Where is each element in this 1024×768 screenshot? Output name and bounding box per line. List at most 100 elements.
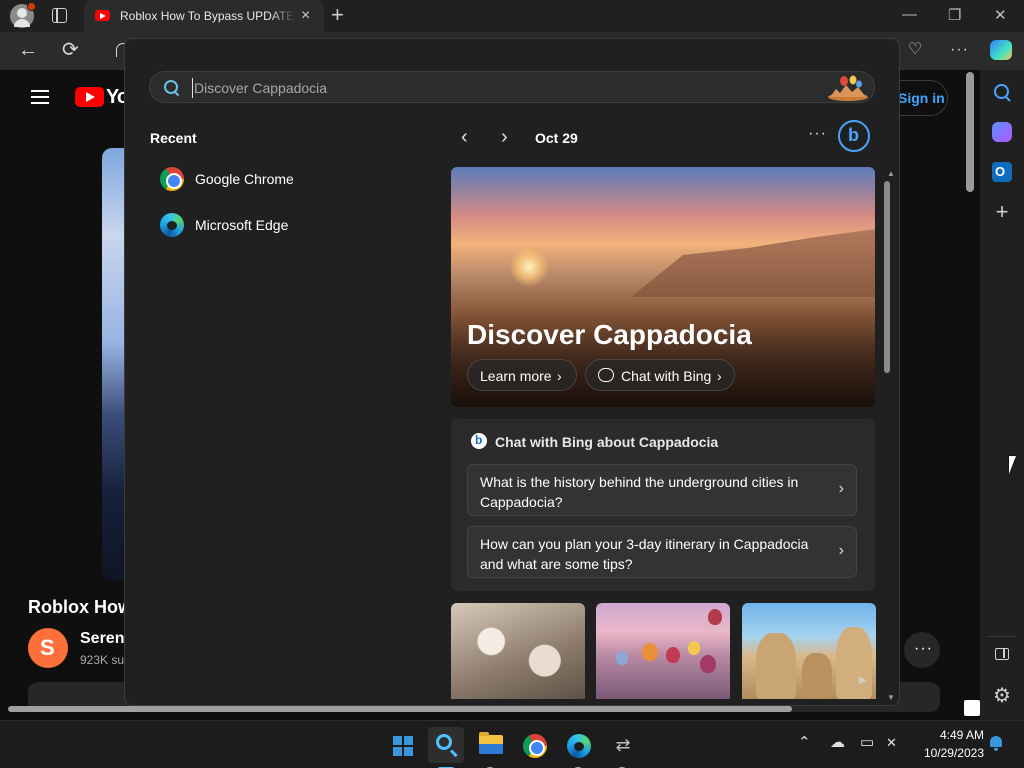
taskbar-edge-button[interactable] — [560, 727, 596, 768]
balloon — [616, 651, 628, 665]
flyout-scrollbar[interactable] — [884, 181, 890, 373]
hot-air-balloons-thumbnail[interactable] — [596, 603, 730, 699]
browser-tab-bar: Roblox How To Bypass UPDATE F × + — ❐ ✕ — [0, 0, 1024, 32]
page-scrollbar[interactable] — [966, 72, 974, 192]
scroll-down-icon[interactable]: ▼ — [887, 693, 895, 702]
search-highlight-illustration-icon[interactable] — [826, 75, 870, 101]
mouse-cursor-icon — [1009, 456, 1016, 474]
tab-title: Roblox How To Bypass UPDATE F — [120, 9, 296, 23]
taskbar-chrome-button[interactable] — [516, 727, 552, 763]
settings-more-button[interactable]: ··· — [950, 40, 969, 60]
bing-glyph: b — [848, 125, 859, 145]
fairy-chimneys-thumbnail[interactable] — [451, 603, 585, 699]
close-tab-icon[interactable]: × — [301, 8, 310, 24]
search-icon — [164, 80, 180, 96]
question-text: How can you plan your 3-day itinerary in… — [480, 536, 809, 572]
youtube-favicon-icon — [95, 10, 110, 21]
more-options-button[interactable]: ··· — [808, 125, 827, 143]
tab-actions-icon[interactable] — [52, 8, 67, 23]
search-highlight-hero-card[interactable]: Discover Cappadocia Learn more › Chat wi… — [451, 167, 875, 407]
remote-desktop-icon: ⇄ — [615, 735, 631, 755]
browser-essentials-icon[interactable]: ♡ — [908, 40, 922, 60]
notifications-bell-icon[interactable] — [988, 735, 1004, 751]
profile-avatar[interactable] — [10, 2, 36, 28]
active-tab[interactable]: Roblox How To Bypass UPDATE F × — [84, 0, 324, 32]
sign-in-button[interactable]: Sign in — [892, 80, 948, 116]
network-icon[interactable]: ▭ — [860, 735, 874, 751]
sidebar-settings-icon[interactable]: ⚙ — [992, 686, 1012, 706]
file-explorer-button[interactable] — [472, 727, 508, 768]
sidebar-copilot-icon[interactable] — [992, 122, 1012, 142]
sidebar-add-icon[interactable]: + — [992, 201, 1012, 223]
taskbar-remote-desktop-button[interactable]: ⇄ — [604, 727, 640, 768]
hide-sidebar-icon[interactable] — [995, 648, 1009, 660]
bing-chat-card: Chat with Bing about Cappadocia What is … — [451, 419, 875, 591]
google-chrome-icon — [160, 167, 184, 191]
video-player[interactable] — [102, 148, 126, 580]
sidebar-divider — [988, 636, 1016, 637]
scroll-right-icon[interactable]: ▶ — [859, 675, 867, 686]
more-icon: ··· — [914, 640, 933, 657]
sunset-sun — [509, 247, 549, 287]
suggested-question-2[interactable]: How can you plan your 3-day itinerary in… — [467, 526, 857, 578]
maximize-button[interactable]: ❐ — [948, 6, 961, 24]
balloon — [708, 609, 722, 625]
suggested-question-1[interactable]: What is the history behind the undergrou… — [467, 464, 857, 516]
sign-in-label: Sign in — [898, 90, 945, 106]
scroll-up-icon[interactable]: ▲ — [887, 169, 895, 178]
taskbar-search-button[interactable] — [428, 727, 464, 768]
clock-date[interactable]: 10/29/2023 — [916, 746, 984, 760]
show-hidden-icons-button[interactable]: ⌃ — [798, 735, 811, 751]
balloon — [688, 641, 700, 655]
sidebar-outlook-icon[interactable] — [992, 162, 1012, 182]
back-button[interactable]: ← — [18, 40, 38, 60]
sidebar-search-icon[interactable] — [992, 82, 1012, 102]
question-text: What is the history behind the undergrou… — [480, 474, 799, 510]
google-chrome-icon — [523, 734, 547, 758]
chevron-right-icon: › — [557, 368, 562, 384]
video-title: Roblox How To Bypass — [28, 597, 124, 617]
search-input[interactable] — [192, 78, 792, 98]
recent-item-google-chrome[interactable]: Google Chrome — [149, 161, 369, 197]
microsoft-edge-icon — [567, 734, 591, 758]
clock-time[interactable]: 4:49 AM — [930, 728, 984, 742]
balloon — [642, 643, 658, 661]
bing-chat-icon — [471, 433, 487, 449]
notification-dot — [27, 2, 36, 11]
onedrive-icon[interactable]: ☁ — [830, 735, 845, 751]
search-box[interactable] — [149, 71, 875, 103]
menu-icon[interactable] — [31, 90, 49, 104]
minimize-button[interactable]: — — [902, 6, 917, 23]
close-window-button[interactable]: ✕ — [994, 6, 1007, 24]
chat-with-bing-button[interactable]: Chat with Bing › — [585, 359, 735, 391]
start-button[interactable] — [384, 727, 420, 763]
recent-item-label: Microsoft Edge — [195, 217, 289, 233]
chevron-right-icon: › — [838, 542, 844, 559]
edge-sidebar: + ⚙ — [980, 70, 1024, 720]
highlight-date: Oct 29 — [535, 130, 578, 146]
video-more-actions-button[interactable]: ··· — [904, 632, 940, 668]
next-day-button[interactable]: › — [501, 127, 508, 147]
copilot-icon[interactable] — [990, 40, 1012, 60]
previous-day-button[interactable]: ‹ — [461, 127, 468, 147]
search-icon — [436, 734, 452, 750]
horizontal-scrollbar[interactable] — [8, 706, 792, 712]
youtube-logo-icon[interactable] — [75, 87, 104, 107]
folder-icon — [479, 732, 503, 754]
chat-with-bing-label: Chat with Bing — [621, 368, 712, 384]
rock-formation — [756, 633, 796, 699]
volume-muted-icon[interactable]: ✕ — [886, 735, 897, 751]
valley-ridge — [631, 227, 875, 297]
balloon — [700, 655, 716, 673]
recent-item-microsoft-edge[interactable]: Microsoft Edge — [149, 207, 369, 243]
channel-name[interactable]: Serenity — [80, 630, 126, 648]
learn-more-button[interactable]: Learn more › — [467, 359, 577, 391]
bing-icon[interactable]: b — [838, 120, 870, 152]
rock-formations-thumbnail[interactable] — [742, 603, 876, 699]
subscriber-count: 923K subscribers — [80, 653, 126, 667]
refresh-button[interactable]: ⟳ — [62, 40, 79, 60]
recent-item-label: Google Chrome — [195, 171, 294, 187]
channel-avatar[interactable] — [28, 628, 68, 668]
balloon — [666, 647, 680, 663]
new-tab-button[interactable]: + — [331, 4, 344, 26]
